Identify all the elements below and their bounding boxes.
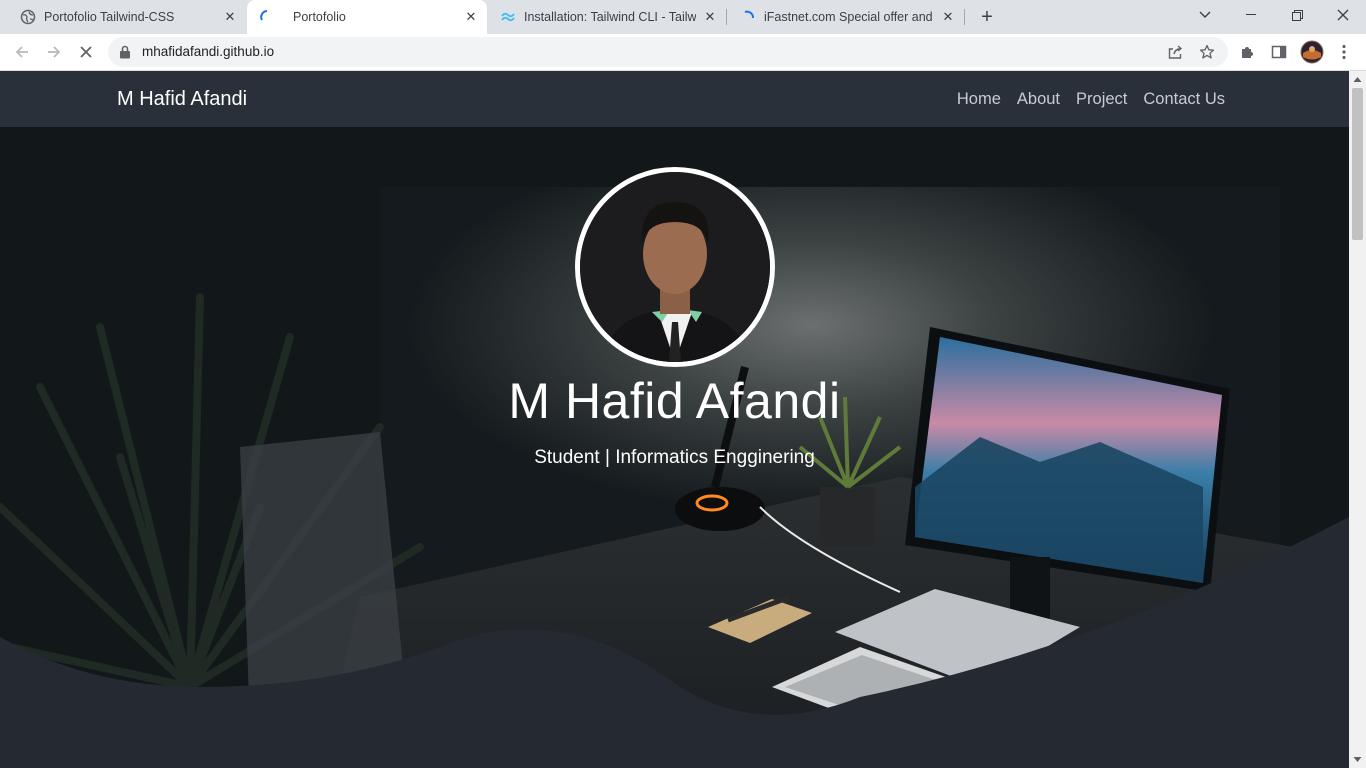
back-icon[interactable] (9, 39, 35, 65)
close-tab-icon[interactable]: ✕ (222, 9, 238, 25)
tab-portofolio[interactable]: Portofolio ✕ (247, 0, 487, 34)
profile-avatar[interactable] (1299, 39, 1325, 65)
tab-title: Installation: Tailwind CLI - Tailwind CS… (524, 10, 696, 24)
close-window-icon[interactable] (1320, 0, 1366, 30)
address-bar[interactable]: mhafidafandi.github.io (108, 37, 1228, 67)
tab-tailwind-installation[interactable]: Installation: Tailwind CLI - Tailwind CS… (488, 0, 726, 34)
close-tab-icon[interactable]: ✕ (940, 9, 956, 25)
browser-menu-icon[interactable] (1331, 39, 1357, 65)
scrollbar-thumb[interactable] (1352, 88, 1363, 240)
share-icon[interactable] (1167, 44, 1183, 65)
page-viewport: M Hafid Afandi Home About Project Contac… (0, 71, 1349, 768)
site-navbar: M Hafid Afandi Home About Project Contac… (0, 71, 1349, 127)
loading-spinner-icon (740, 9, 756, 25)
hero-section: M Hafid Afandi Student | Informatics Eng… (0, 127, 1349, 768)
nav-link-project[interactable]: Project (1076, 90, 1127, 109)
side-panel-icon[interactable] (1266, 39, 1292, 65)
url-text: mhafidafandi.github.io (142, 44, 275, 59)
tab-portofolio-tailwind[interactable]: Portofolio Tailwind-CSS ✕ (8, 0, 246, 34)
globe-icon (20, 9, 36, 25)
nav-link-about[interactable]: About (1017, 90, 1060, 109)
minimize-icon[interactable] (1228, 0, 1274, 30)
tailwind-icon (500, 9, 516, 25)
close-tab-icon[interactable]: ✕ (702, 9, 718, 25)
tab-title: Portofolio Tailwind-CSS (44, 10, 175, 24)
extensions-icon[interactable] (1235, 39, 1261, 65)
scroll-down-arrow-icon[interactable] (1353, 755, 1362, 764)
close-tab-icon[interactable]: ✕ (463, 9, 479, 25)
tab-title: iFastnet.com Special offer and Discounts (764, 10, 934, 24)
page-scrollbar[interactable] (1349, 71, 1366, 768)
profile-photo (575, 167, 775, 367)
forward-icon[interactable] (41, 39, 67, 65)
nav-links: Home About Project Contact Us (957, 90, 1225, 109)
tab-title: Portofolio (293, 10, 346, 24)
tab-separator (726, 9, 727, 25)
loading-spinner-icon (259, 9, 275, 25)
site-brand[interactable]: M Hafid Afandi (117, 88, 247, 111)
tab-strip: Portofolio Tailwind-CSS ✕ Portofolio ✕ I… (0, 0, 1366, 34)
browser-toolbar: mhafidafandi.github.io (0, 34, 1366, 71)
nav-link-home[interactable]: Home (957, 90, 1001, 109)
tab-separator (964, 9, 965, 25)
bookmark-star-icon[interactable] (1199, 44, 1215, 65)
lock-icon[interactable] (119, 45, 131, 64)
tab-ifastnet[interactable]: iFastnet.com Special offer and Discounts… (728, 0, 964, 34)
new-tab-icon[interactable]: + (975, 5, 999, 29)
restore-icon[interactable] (1274, 0, 1320, 30)
tab-search-icon[interactable] (1182, 0, 1228, 30)
hero-name: M Hafid Afandi (508, 373, 841, 429)
hero-subtitle: Student | Informatics Engginering (534, 447, 815, 468)
nav-link-contact[interactable]: Contact Us (1143, 90, 1225, 109)
stop-loading-icon[interactable] (73, 39, 99, 65)
scroll-up-arrow-icon[interactable] (1353, 75, 1362, 84)
